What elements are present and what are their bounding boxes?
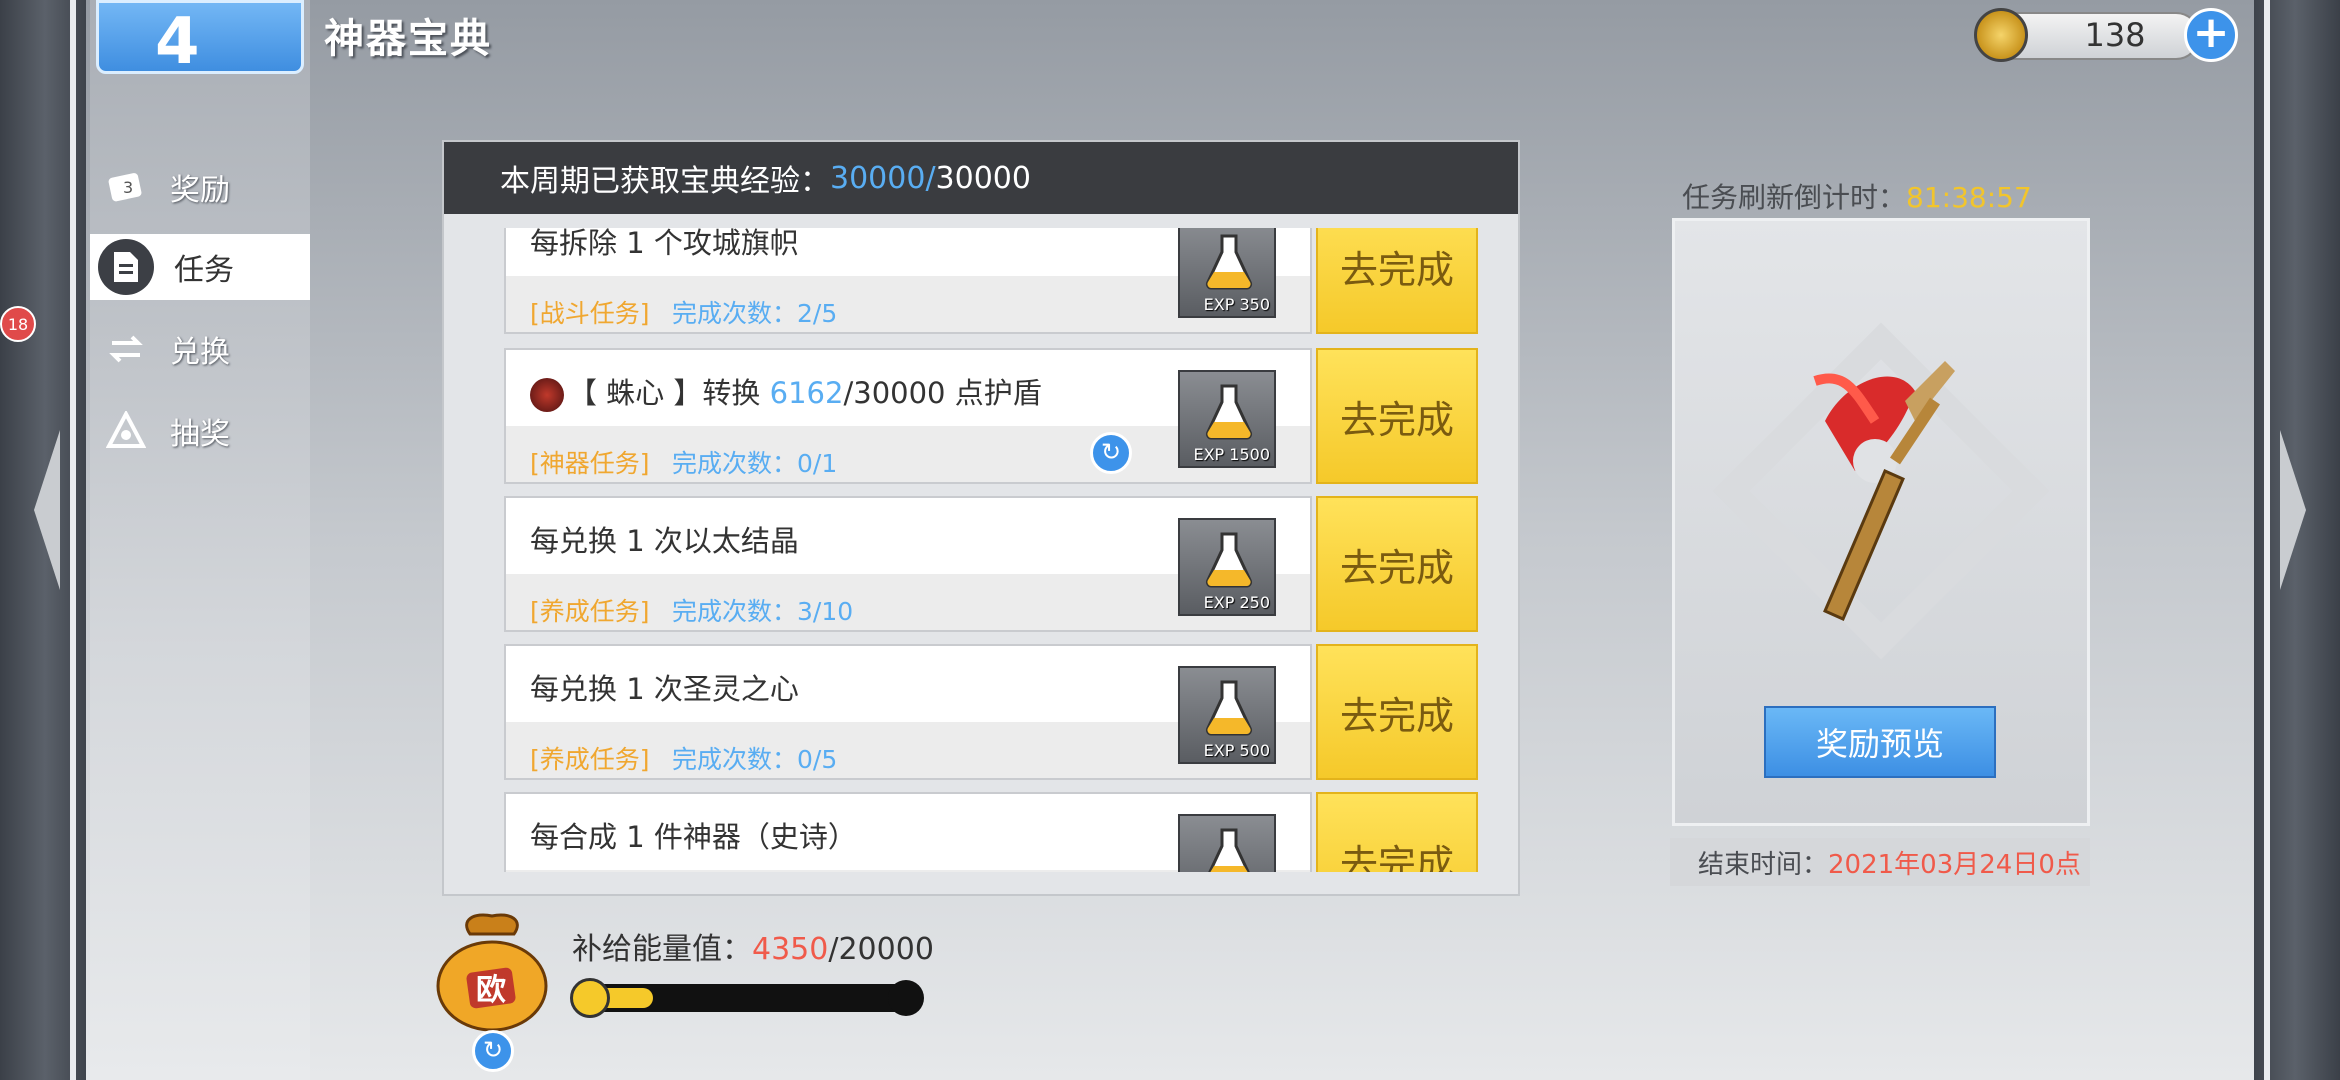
task-list[interactable]: 每拆除 1 个攻城旗帜 [战斗任务] 完成次数：2/5 EXP 350 去完成 … (504, 228, 1478, 872)
end-time-value: 2021年03月24日0点 (1828, 849, 2081, 880)
refresh-countdown: 任务刷新倒计时：81:38:57 (1682, 181, 2032, 214)
task-category: [神器任务] (530, 449, 650, 478)
task-category: [养成任务] (530, 597, 650, 626)
page-title: 神器宝典 (324, 16, 492, 62)
task-card: 每拆除 1 个攻城旗帜 [战斗任务] 完成次数：2/5 EXP 350 去完成 (504, 228, 1478, 334)
go-complete-button[interactable]: 去完成 (1316, 228, 1478, 334)
go-complete-button[interactable]: 去完成 (1316, 496, 1478, 632)
task-name: 每兑换 1 次圣灵之心 (530, 672, 799, 706)
reward-preview-button[interactable]: 奖励预览 (1764, 706, 1996, 778)
task-count: 完成次数：0/1 (672, 449, 838, 478)
sidebar-item-label: 奖励 (170, 173, 230, 208)
right-arrow-icon[interactable] (2280, 430, 2306, 590)
task-category: [养成任务] (530, 745, 650, 774)
add-currency-button[interactable]: + (2184, 8, 2238, 62)
exp-label: EXP 350 (1203, 295, 1270, 314)
task-count: 完成次数：0/5 (672, 745, 838, 774)
weekly-exp-max: 30000 (935, 160, 1031, 196)
energy-bar-cap (570, 978, 610, 1018)
energy-label: 补给能量值：4350/20000 (572, 932, 934, 967)
exchange-icon (102, 325, 150, 373)
go-complete-button[interactable]: 去完成 (1316, 644, 1478, 780)
sidebar-item-lottery[interactable]: 抽奖 (90, 398, 310, 464)
go-complete-button[interactable]: 去完成 (1316, 348, 1478, 484)
currency-amount: 138 (2084, 16, 2146, 54)
exp-flask-icon: EXP 1500 (1178, 370, 1276, 468)
task-name: 【 蛛心 】转换 6162/30000 点护盾 (530, 370, 1042, 412)
spider-heart-icon (530, 378, 564, 412)
sidebar-item-tasks[interactable]: 任务 (90, 234, 310, 300)
document-icon (98, 239, 154, 295)
energy-refresh-button[interactable]: ↻ (472, 1030, 514, 1072)
book-icon: 3 (102, 163, 150, 211)
sidebar-item-exchange[interactable]: 兑换 (90, 316, 310, 382)
supply-bag-icon[interactable]: 欧 (430, 904, 554, 1034)
sidebar-item-rewards[interactable]: 3 奖励 (90, 154, 310, 220)
task-category: [战斗任务] (530, 299, 650, 328)
sidebar-item-label: 抽奖 (170, 417, 230, 452)
task-name: 每合成 1 件神器（史诗） (530, 820, 857, 854)
exp-label: EXP 500 (1203, 741, 1270, 760)
lottery-icon (102, 407, 150, 455)
back-button[interactable]: 4 (96, 0, 304, 79)
exp-label: EXP 1500 (1193, 445, 1270, 464)
left-arrow-icon[interactable] (34, 430, 60, 590)
weekly-exp-separator: / (925, 160, 936, 196)
task-name: 每拆除 1 个攻城旗帜 (530, 228, 799, 260)
coin-icon (1974, 8, 2028, 62)
exp-flask-icon (1178, 814, 1276, 872)
notification-badge[interactable]: 18 (0, 306, 36, 342)
logo-glyph: 4 (155, 5, 200, 79)
left-rail (0, 0, 90, 1080)
exp-flask-icon: EXP 500 (1178, 666, 1276, 764)
end-time: 结束时间： 2021年03月24日0点 (1670, 838, 2090, 886)
weekly-exp-header: 本周期已获取宝典经验： 30000 / 30000 (444, 142, 1518, 214)
task-card: 每兑换 1 次以太结晶 [养成任务] 完成次数：3/10 EXP 250 去完成 (504, 496, 1478, 632)
svg-text:欧: 欧 (476, 973, 506, 1008)
task-count: 完成次数：2/5 (672, 299, 838, 328)
sidebar-item-label: 兑换 (170, 335, 230, 370)
task-card: 每兑换 1 次圣灵之心 [养成任务] 完成次数：0/5 EXP 500 去完成 (504, 644, 1478, 780)
exp-label: EXP 250 (1203, 593, 1270, 612)
countdown-time: 81:38:57 (1906, 181, 2032, 214)
right-rail (2250, 0, 2340, 1080)
go-complete-button[interactable]: 去完成 (1316, 792, 1478, 872)
task-card: 【 蛛心 】转换 6162/30000 点护盾 [神器任务] 完成次数：0/1 … (504, 348, 1478, 484)
exp-flask-icon: EXP 250 (1178, 518, 1276, 616)
weekly-exp-label: 本周期已获取宝典经验： (500, 164, 830, 199)
sidebar-item-label: 任务 (174, 253, 234, 288)
task-refresh-button[interactable]: ↻ (1090, 432, 1132, 474)
task-count: 完成次数：3/10 (672, 597, 854, 626)
exp-flask-icon: EXP 350 (1178, 228, 1276, 318)
task-card: 每合成 1 件神器（史诗） 去完成 (504, 792, 1478, 872)
energy-bar-end (888, 980, 924, 1016)
task-name: 每兑换 1 次以太结晶 (530, 524, 799, 558)
weekly-exp-current: 30000 (830, 160, 926, 196)
energy-max: 20000 (838, 932, 934, 967)
energy-current: 4350 (752, 932, 829, 967)
svg-text:3: 3 (123, 178, 133, 197)
